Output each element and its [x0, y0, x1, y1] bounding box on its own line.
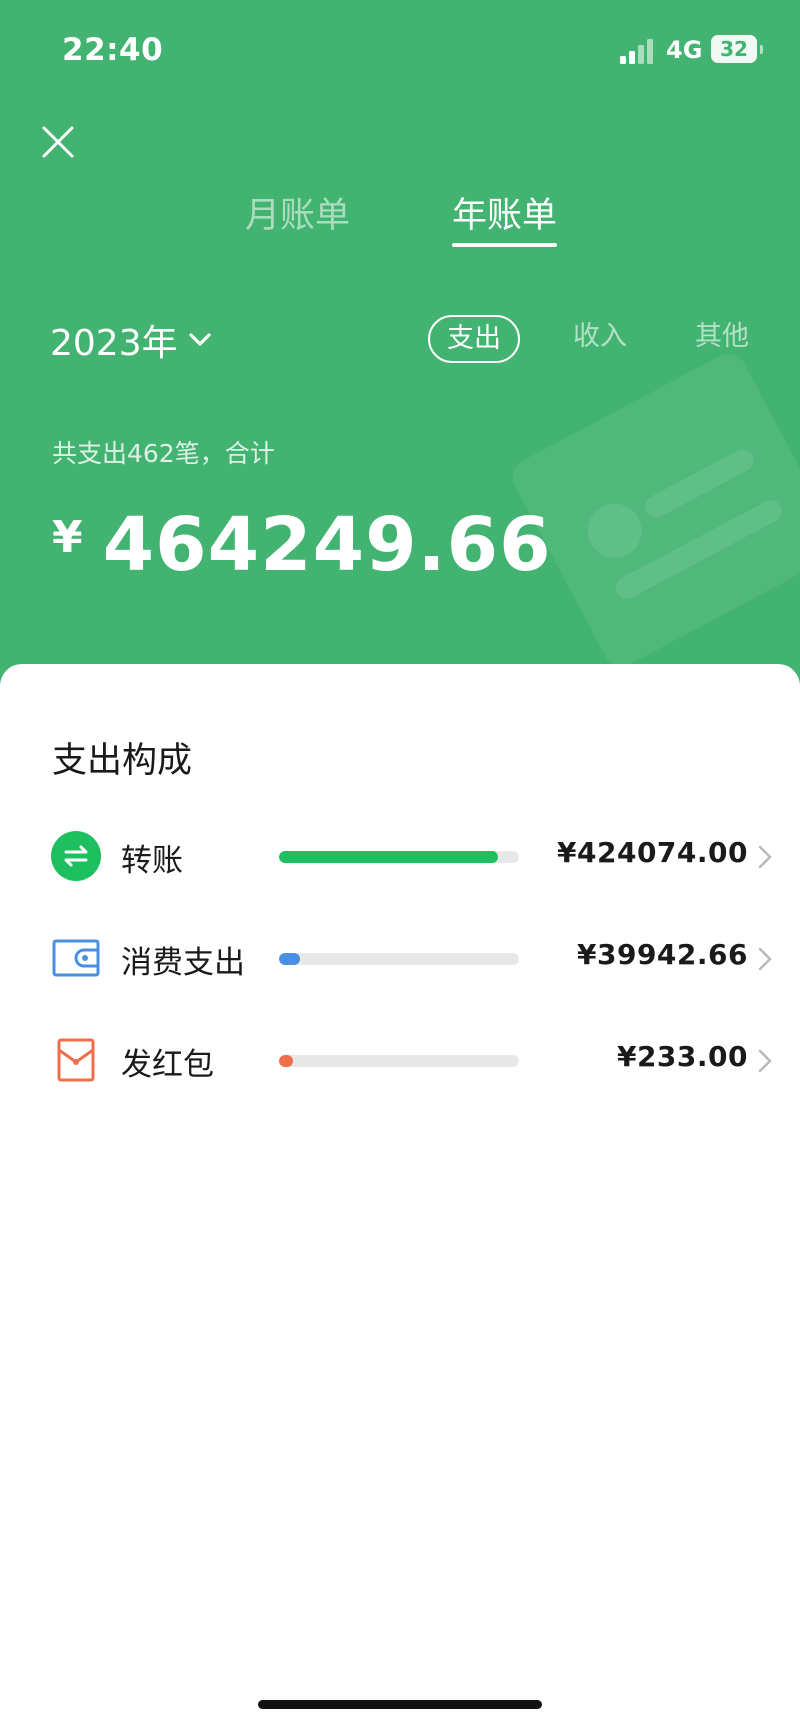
- battery-tip: [760, 45, 763, 54]
- transfer-progress-track: [279, 851, 519, 863]
- consumption-progress-fill: [279, 953, 300, 965]
- chevron-down-icon: [189, 333, 211, 346]
- year-dropdown[interactable]: 2023年: [50, 315, 212, 365]
- transfer-amount: ¥424074.00: [557, 836, 748, 869]
- currency-symbol: ¥: [52, 512, 83, 563]
- transfer-icon: [51, 831, 101, 881]
- network-type: 4G: [666, 36, 703, 64]
- chevron-right-icon: [758, 845, 772, 869]
- total-amount-block: ¥ 464249.66: [52, 500, 552, 590]
- close-button[interactable]: [38, 122, 78, 162]
- section-title: 支出构成: [52, 741, 193, 781]
- consumption-amount: ¥39942.66: [577, 938, 748, 971]
- list-item-red-packet[interactable]: 发红包 ¥233.00: [0, 1019, 800, 1099]
- active-tab-indicator: [452, 243, 557, 247]
- list-item-transfer[interactable]: 转账 ¥424074.00: [0, 815, 800, 895]
- header-panel: 22:40 4G 32 月账单 年账单 2023年 支出 收入 其他 共支出46…: [0, 0, 800, 700]
- signal-strength-icon: [620, 38, 656, 64]
- red-packet-label: 发红包: [121, 1047, 214, 1083]
- red-packet-amount: ¥233.00: [616, 1040, 748, 1073]
- wallet-icon: [52, 939, 100, 977]
- year-label: 2023年: [50, 323, 178, 364]
- list-item-consumption[interactable]: 消费支出 ¥39942.66: [0, 917, 800, 997]
- red-packet-progress-fill: [279, 1055, 293, 1067]
- consumption-label: 消费支出: [121, 945, 245, 981]
- chevron-right-icon: [758, 947, 772, 971]
- expense-breakdown-sheet: 支出构成 转账 ¥424074.00 消费支出 ¥39942.66 发红包 ¥2…: [0, 664, 800, 1731]
- red-packet-icon: [57, 1038, 95, 1082]
- close-icon: [42, 126, 74, 158]
- battery-level: 32: [720, 37, 748, 61]
- total-amount: 464249.66: [102, 502, 552, 588]
- transfer-label: 转账: [121, 843, 183, 879]
- segment-income[interactable]: 收入: [570, 315, 630, 363]
- tab-yearly-bill[interactable]: 年账单: [452, 187, 557, 238]
- home-indicator: [258, 1700, 542, 1709]
- red-packet-progress-track: [279, 1055, 519, 1067]
- tab-monthly-bill[interactable]: 月账单: [245, 187, 350, 238]
- segment-other[interactable]: 其他: [692, 315, 752, 363]
- status-time: 22:40: [62, 32, 164, 68]
- expense-summary-text: 共支出462笔，合计: [52, 439, 275, 468]
- segment-expense[interactable]: 支出: [428, 315, 520, 363]
- chevron-right-icon: [758, 1049, 772, 1073]
- battery-icon: 32: [711, 35, 757, 63]
- consumption-progress-track: [279, 953, 519, 965]
- status-bar: 22:40 4G 32: [0, 0, 800, 100]
- transfer-progress-fill: [279, 851, 498, 863]
